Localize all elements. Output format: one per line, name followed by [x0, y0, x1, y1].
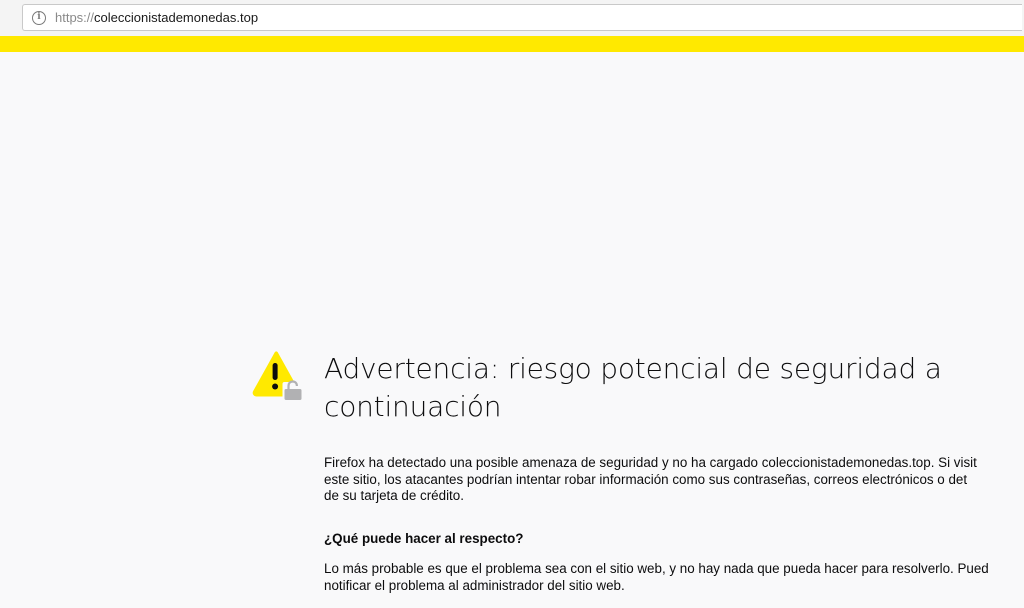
url-scheme: https://	[55, 10, 95, 25]
intro-line: este sitio, los atacantes podrían intent…	[324, 471, 968, 487]
info-icon[interactable]: i	[32, 10, 46, 25]
error-page: Advertencia: riesgo potencial de segurid…	[0, 52, 1024, 608]
page-title: Advertencia: riesgo potencial de segurid…	[324, 352, 942, 423]
warning-strip	[0, 36, 1024, 52]
url-text[interactable]: https://coleccionistademonedas.top	[55, 10, 258, 25]
explanation-paragraph: Lo más probable es que el problema sea c…	[324, 561, 1024, 594]
intro-paragraph: Firefox ha detectado una posible amenaza…	[324, 455, 1024, 505]
warning-lock-icon	[252, 351, 303, 400]
url-bar[interactable]: i https://coleccionistademonedas.top	[22, 4, 1022, 31]
what-can-you-do-heading: ¿Qué puede hacer al respecto?	[324, 531, 524, 546]
intro-line: de su tarjeta de crédito.	[324, 488, 464, 503]
explanation-line: Lo más probable es que el problema sea c…	[324, 561, 989, 576]
explanation-line: notificar el problema al administrador d…	[324, 577, 625, 593]
intro-line: Firefox ha detectado una posible amenaza…	[324, 455, 977, 470]
browser-toolbar: i https://coleccionistademonedas.top	[0, 0, 1024, 36]
url-host: coleccionistademonedas.top	[94, 10, 259, 25]
